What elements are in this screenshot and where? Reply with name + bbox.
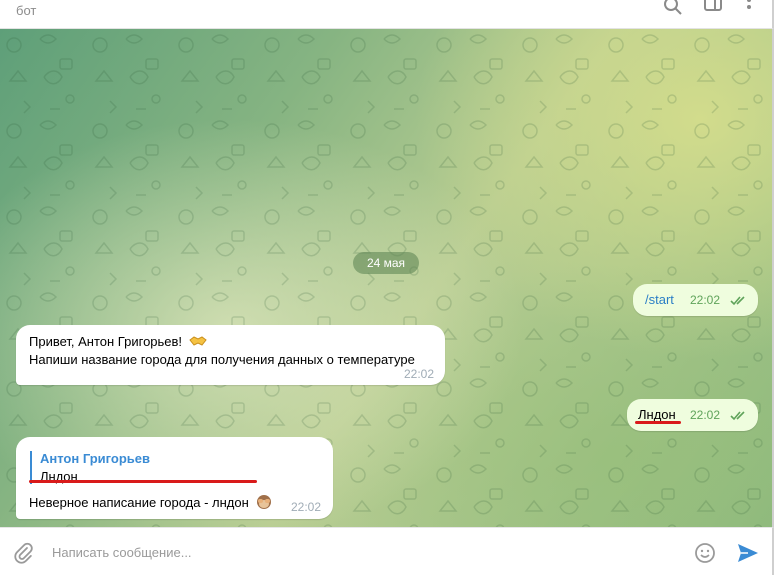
chat-header: бот [0, 0, 774, 29]
message-time: 22:02 [404, 367, 435, 381]
double-check-icon [730, 411, 745, 421]
message-input[interactable] [52, 542, 652, 562]
side-panel-icon[interactable] [703, 0, 725, 17]
message-incoming-greeting[interactable]: Привет, Антон Григорьев! Напиши название… [16, 325, 445, 385]
reply-author: Антон Григорьев [40, 451, 150, 466]
message-text: Неверное написание города - лндон [29, 495, 249, 510]
red-underline-annotation [29, 480, 257, 483]
bot-command-link[interactable]: /start [645, 292, 674, 307]
message-composer [0, 527, 774, 575]
double-check-icon [730, 296, 745, 306]
chat-subtitle: бот [16, 3, 37, 18]
message-text: Напиши название города для получения дан… [29, 352, 415, 367]
emoji-icon[interactable] [694, 542, 716, 564]
search-icon[interactable] [662, 0, 684, 17]
message-text: Привет, Антон Григорьев! [29, 334, 183, 349]
message-text: Лндон [638, 407, 676, 422]
chat-area[interactable]: 24 мая /start 22:02 Привет, Антон Григор… [0, 29, 774, 527]
red-underline-annotation [635, 421, 681, 424]
see-no-evil-monkey-emoji-icon [257, 495, 272, 509]
message-line: Привет, Антон Григорьев! [29, 334, 207, 349]
paperclip-icon[interactable] [12, 542, 34, 564]
message-incoming-error[interactable]: Антон Григорьев Лндон Неверное написание… [16, 437, 333, 519]
message-time: 22:02 [690, 293, 721, 307]
message-outgoing-start[interactable]: /start 22:02 [633, 284, 758, 316]
message-line: Неверное написание города - лндон [29, 494, 272, 510]
send-icon[interactable] [736, 541, 760, 565]
message-outgoing-city[interactable]: Лндон 22:02 [627, 399, 758, 431]
handshake-emoji-icon [188, 336, 207, 346]
message-time: 22:02 [690, 408, 721, 422]
date-separator: 24 мая [353, 252, 419, 274]
more-vertical-icon[interactable] [738, 0, 760, 17]
message-time: 22:02 [291, 500, 322, 514]
